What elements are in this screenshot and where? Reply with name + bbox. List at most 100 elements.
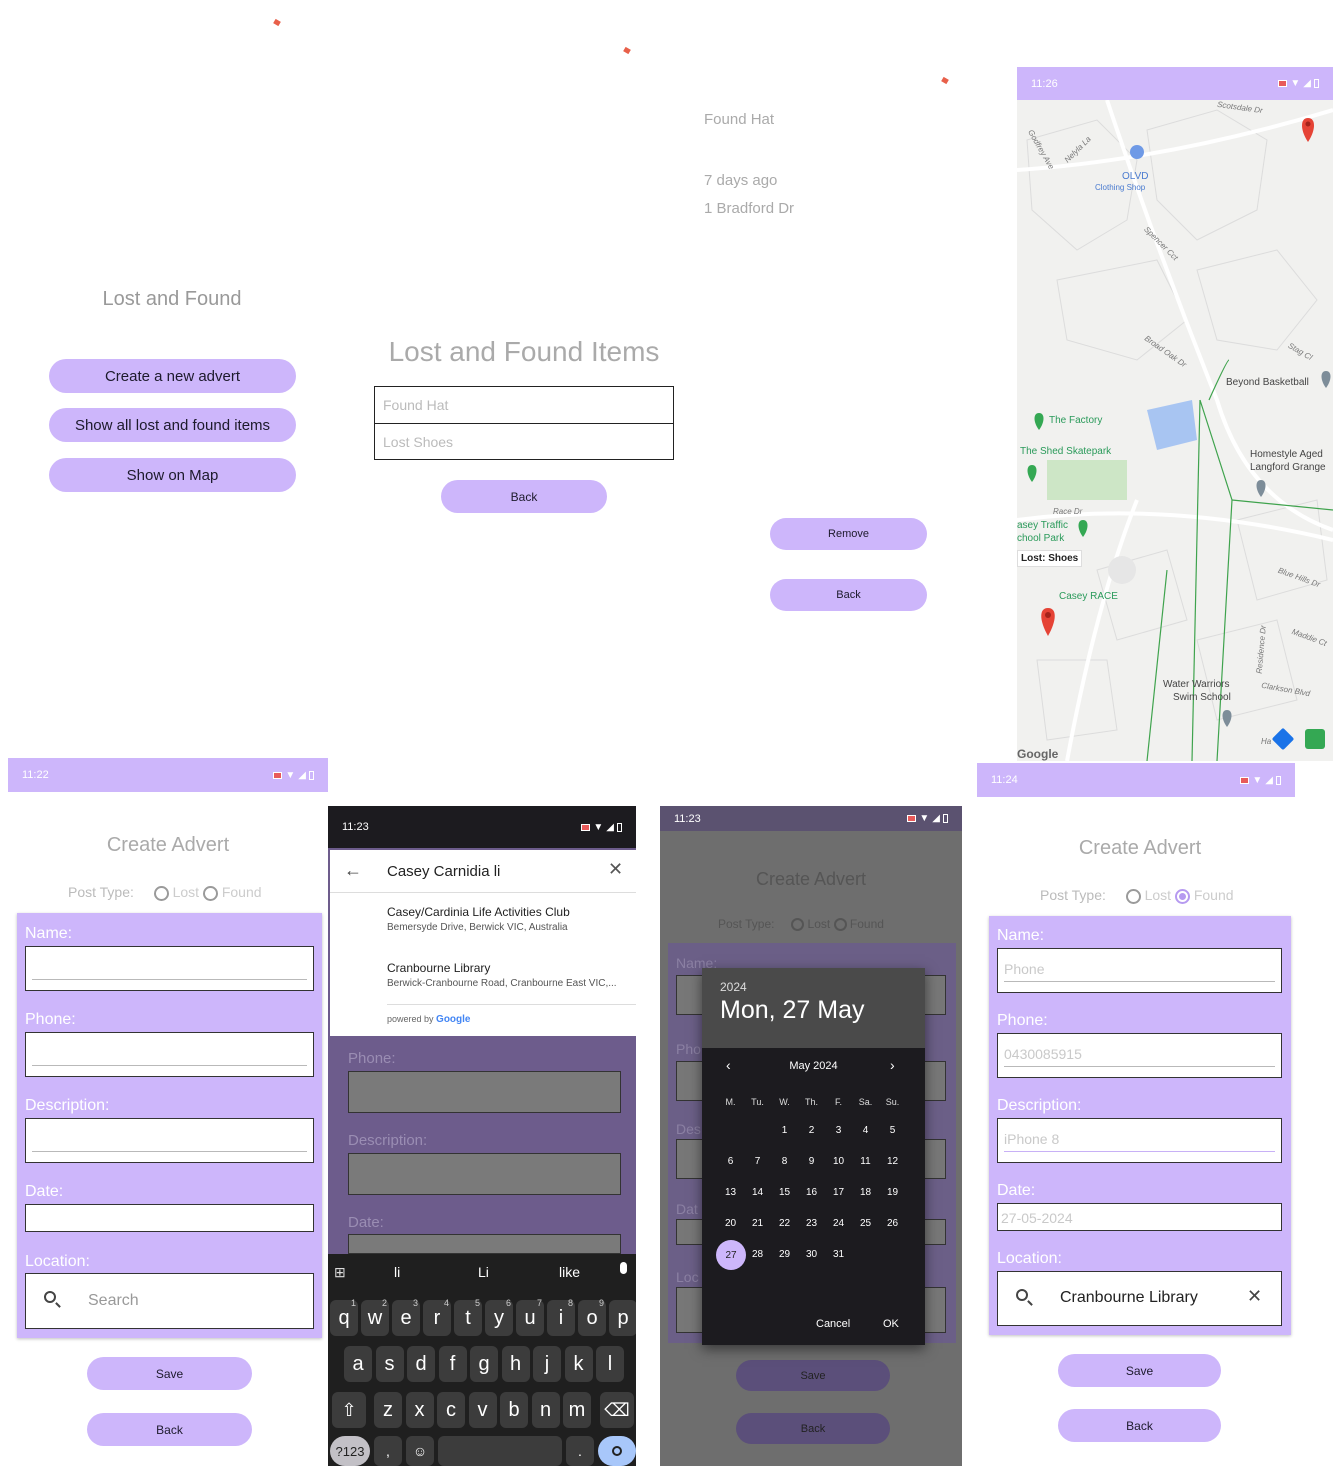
calendar-day[interactable]: 2: [798, 1117, 825, 1144]
calendar-day[interactable]: 17: [825, 1179, 852, 1206]
calendar-day[interactable]: 30: [798, 1241, 825, 1268]
key-l[interactable]: l: [596, 1346, 624, 1382]
key-a[interactable]: a: [344, 1346, 372, 1382]
back-arrow-icon[interactable]: ←: [344, 860, 362, 881]
create-advert-button[interactable]: Create a new advert: [49, 359, 296, 393]
calendar-day[interactable]: 13: [717, 1179, 744, 1206]
remove-button[interactable]: Remove: [770, 518, 927, 550]
location-marker-icon[interactable]: [1297, 107, 1317, 133]
key-r[interactable]: r4: [423, 1298, 451, 1336]
next-month-icon[interactable]: ›: [890, 1057, 895, 1073]
calendar-day[interactable]: 14: [744, 1179, 771, 1206]
calendar-day[interactable]: 15: [771, 1179, 798, 1206]
clear-icon[interactable]: ✕: [1247, 1286, 1262, 1307]
calendar-day[interactable]: 16: [798, 1179, 825, 1206]
key-j[interactable]: j: [533, 1346, 561, 1382]
key-m[interactable]: m: [563, 1392, 591, 1428]
lost-radio[interactable]: [791, 918, 805, 932]
calendar-day[interactable]: 22: [771, 1210, 798, 1237]
emoji-key[interactable]: ☺: [406, 1436, 434, 1466]
name-field[interactable]: Phone: [997, 948, 1282, 993]
calendar-day[interactable]: 23: [798, 1210, 825, 1237]
back-button[interactable]: Back: [87, 1413, 252, 1446]
calendar-day[interactable]: 5: [879, 1117, 906, 1144]
date-field[interactable]: 27-05-2024: [997, 1203, 1282, 1231]
calendar-day[interactable]: 27: [716, 1240, 746, 1270]
phone-field[interactable]: [348, 1071, 621, 1113]
calendar-day[interactable]: 8: [771, 1148, 798, 1175]
key-w[interactable]: w2: [361, 1298, 389, 1336]
back-button[interactable]: Back: [770, 579, 927, 611]
name-field[interactable]: [25, 946, 314, 991]
calendar-day[interactable]: 18: [852, 1179, 879, 1206]
space-key[interactable]: [438, 1436, 562, 1466]
mic-icon[interactable]: [620, 1262, 627, 1274]
calendar-day[interactable]: 9: [798, 1148, 825, 1175]
key-q[interactable]: q1: [330, 1298, 358, 1336]
location-search-field[interactable]: Search: [25, 1273, 314, 1329]
shift-key[interactable]: ⇧: [332, 1392, 366, 1428]
description-field[interactable]: iPhone 8: [997, 1118, 1282, 1163]
location-search-field[interactable]: Cranbourne Library ✕: [997, 1271, 1282, 1326]
calendar-day[interactable]: 20: [717, 1210, 744, 1237]
save-button[interactable]: Save: [1058, 1354, 1221, 1387]
apps-grid-icon[interactable]: ⊞: [334, 1264, 346, 1281]
show-on-map-button[interactable]: Show on Map: [49, 458, 296, 492]
calendar-day[interactable]: 31: [825, 1241, 852, 1268]
calendar-day[interactable]: 21: [744, 1210, 771, 1237]
key-n[interactable]: n: [531, 1392, 560, 1428]
key-b[interactable]: b: [500, 1392, 528, 1428]
description-field[interactable]: [25, 1118, 314, 1163]
lost-radio[interactable]: [1125, 888, 1141, 904]
back-button[interactable]: Back: [441, 480, 607, 513]
key-y[interactable]: y6: [485, 1298, 513, 1336]
backspace-key[interactable]: ⌫: [600, 1392, 634, 1428]
calendar-day[interactable]: 3: [825, 1117, 852, 1144]
key-x[interactable]: x: [405, 1392, 434, 1428]
key-i[interactable]: i8: [547, 1298, 575, 1336]
period-key[interactable]: .: [566, 1436, 594, 1466]
calendar-day[interactable]: 7: [744, 1148, 771, 1175]
date-field[interactable]: [348, 1234, 621, 1254]
calendar-day[interactable]: 24: [825, 1210, 852, 1237]
search-query[interactable]: Casey Carnidia li: [387, 863, 500, 880]
key-d[interactable]: d: [407, 1346, 435, 1382]
description-field[interactable]: [348, 1153, 621, 1195]
key-u[interactable]: u7: [516, 1298, 544, 1336]
phone-field[interactable]: 0430085915: [997, 1033, 1282, 1078]
list-item[interactable]: Found Hat: [375, 387, 673, 424]
key-f[interactable]: f: [438, 1346, 467, 1382]
calendar-day[interactable]: 1: [771, 1117, 798, 1144]
picker-year[interactable]: 2024: [720, 980, 747, 994]
calendar-day[interactable]: 28: [744, 1241, 771, 1268]
found-radio[interactable]: [833, 918, 847, 932]
calendar-day[interactable]: 10: [825, 1148, 852, 1175]
cancel-button[interactable]: Cancel: [816, 1318, 850, 1330]
calendar-day[interactable]: 11: [852, 1148, 879, 1175]
lost-shoes-marker-icon[interactable]: [1037, 575, 1059, 605]
found-radio[interactable]: [202, 885, 218, 901]
phone-field[interactable]: [25, 1032, 314, 1077]
calendar-day[interactable]: 4: [852, 1117, 879, 1144]
found-radio[interactable]: [1174, 888, 1190, 904]
ok-button[interactable]: OK: [883, 1318, 899, 1330]
back-button[interactable]: Back: [1058, 1409, 1221, 1442]
calendar-day[interactable]: 26: [879, 1210, 906, 1237]
key-h[interactable]: h: [501, 1346, 530, 1382]
suggestion[interactable]: like: [559, 1264, 580, 1280]
key-c[interactable]: c: [437, 1392, 465, 1428]
calendar-day[interactable]: 12: [879, 1148, 906, 1175]
key-p[interactable]: p: [609, 1300, 636, 1336]
key-t[interactable]: t5: [454, 1298, 482, 1336]
save-button[interactable]: Save: [87, 1357, 252, 1390]
key-g[interactable]: g: [470, 1346, 498, 1382]
comma-key[interactable]: ,: [374, 1436, 402, 1466]
calendar-day[interactable]: 25: [852, 1210, 879, 1237]
list-item[interactable]: Lost Shoes: [375, 424, 673, 460]
symbols-key[interactable]: ?123: [330, 1436, 370, 1466]
key-k[interactable]: k: [564, 1346, 593, 1382]
date-field[interactable]: [25, 1204, 314, 1232]
key-o[interactable]: o9: [578, 1298, 606, 1336]
clear-icon[interactable]: ✕: [608, 859, 623, 880]
search-key[interactable]: [598, 1436, 636, 1466]
